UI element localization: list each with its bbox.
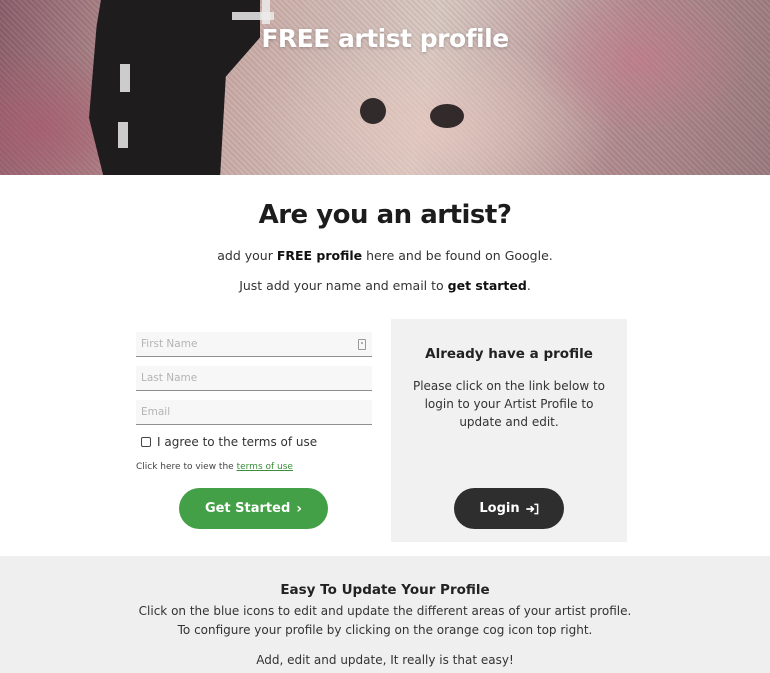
hero-artwork-blob — [430, 104, 464, 128]
last-name-field-wrapper — [136, 366, 372, 391]
hero-title: FREE artist profile — [261, 24, 509, 53]
hero-banner: FREE artist profile — [0, 0, 770, 175]
email-field[interactable] — [136, 400, 372, 424]
login-panel-text: Please click on the link below to login … — [412, 379, 606, 429]
chevron-right-icon: › — [296, 500, 303, 517]
hero-artwork-stroke — [120, 64, 130, 92]
footer-line-2: To configure your profile by clicking on… — [177, 623, 593, 637]
agree-terms-checkbox[interactable] — [141, 437, 151, 447]
hero-artwork-stroke — [118, 122, 128, 148]
hero-artwork-blob — [360, 98, 386, 124]
sign-in-icon — [525, 503, 538, 514]
intro-line-2-post: . — [526, 278, 531, 293]
login-button[interactable]: Login — [454, 488, 564, 529]
terms-of-use-link[interactable]: terms of use — [237, 462, 293, 472]
footer-line-1: Click on the blue icons to edit and upda… — [138, 604, 632, 618]
last-name-field[interactable] — [136, 366, 372, 390]
footer-section: Easy To Update Your Profile Click on the… — [0, 556, 770, 673]
first-name-field[interactable] — [136, 332, 372, 356]
email-field-wrapper — [136, 400, 372, 425]
agree-terms[interactable]: I agree to the terms of use — [141, 435, 317, 449]
hero-artwork-stroke — [262, 0, 270, 24]
footer-heading: Easy To Update Your Profile — [280, 582, 490, 598]
intro-heading: Are you an artist? — [258, 200, 512, 230]
terms-note: Click here to view the terms of use — [136, 462, 293, 472]
footer-line-3: Add, edit and update, It really is that … — [256, 653, 514, 667]
first-name-field-wrapper — [136, 332, 372, 357]
login-panel-title: Already have a profile — [425, 346, 593, 362]
intro-line-1-post: here and be found on Google. — [362, 248, 553, 263]
intro-line-2-pre: Just add your name and email to — [239, 278, 448, 293]
get-started-button[interactable]: Get Started › — [179, 488, 328, 529]
get-started-label: Get Started — [204, 501, 291, 516]
intro-line-1-bold: FREE profile — [276, 248, 363, 263]
intro-line-1-pre: add your — [217, 248, 277, 263]
agree-terms-label: I agree to the terms of use — [157, 435, 318, 449]
terms-note-text: Click here to view the — [136, 462, 237, 472]
contact-card-icon — [358, 339, 366, 350]
intro-line-1: add your FREE profile here and be found … — [0, 248, 770, 263]
login-label: Login — [479, 501, 520, 516]
intro-line-2-bold: get started — [447, 278, 527, 293]
intro-line-2: Just add your name and email to get star… — [0, 278, 770, 293]
